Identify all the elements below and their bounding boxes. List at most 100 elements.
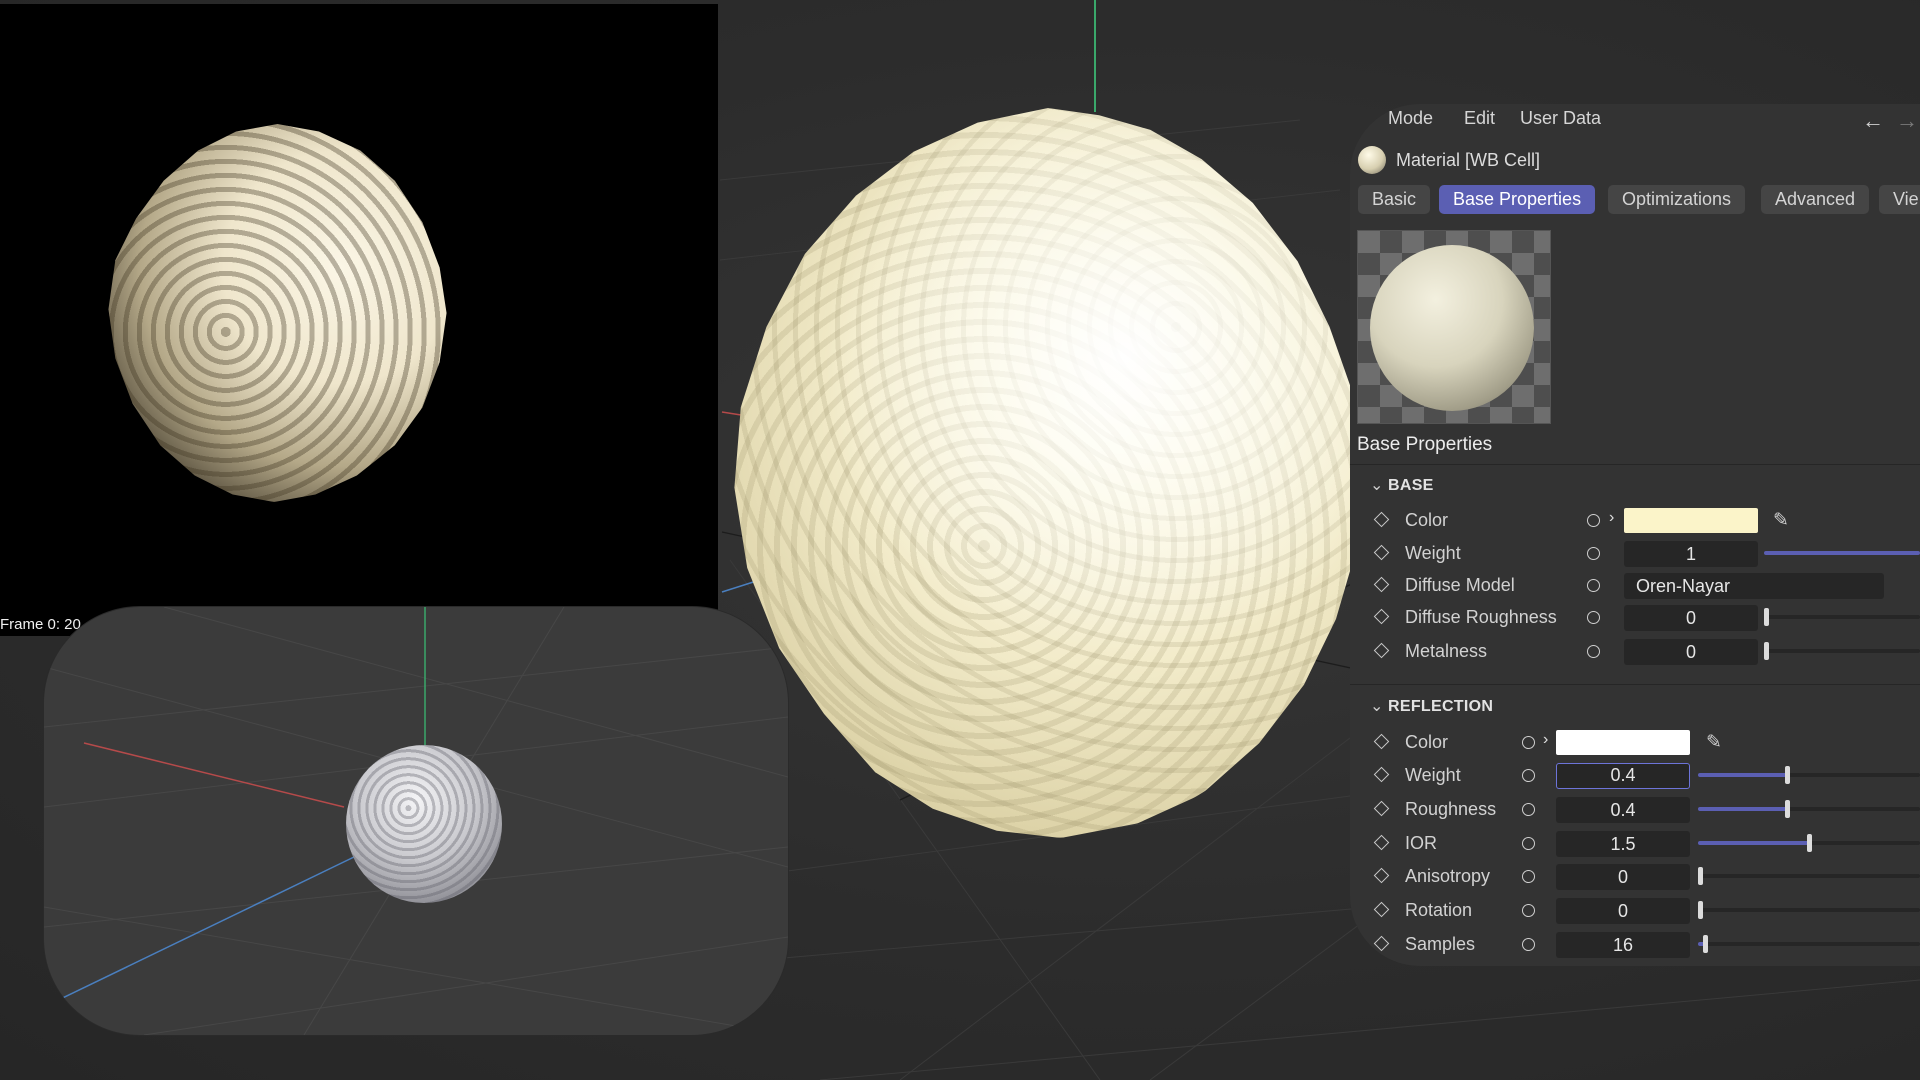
diffuse-model-row: Diffuse Model Oren-Nayar — [1350, 570, 1920, 600]
keyframe-diamond-icon[interactable] — [1373, 834, 1390, 851]
animation-circle-icon[interactable] — [1587, 611, 1600, 624]
reflection-weight-row: Weight 0.4 — [1350, 760, 1920, 790]
animation-circle-icon[interactable] — [1522, 938, 1535, 951]
diffuse-roughness-slider[interactable] — [1764, 608, 1920, 626]
rotation-slider[interactable] — [1698, 901, 1920, 919]
keyframe-diamond-icon[interactable] — [1373, 576, 1390, 593]
diffuse-roughness-label: Diffuse Roughness — [1405, 607, 1557, 627]
reflection-roughness-slider[interactable] — [1698, 800, 1920, 818]
animation-circle-icon[interactable] — [1587, 547, 1600, 560]
metalness-label: Metalness — [1405, 641, 1488, 661]
ior-slider[interactable] — [1698, 834, 1920, 852]
chevron-right-icon[interactable]: › — [1609, 509, 1614, 527]
material-preview-sphere — [1370, 245, 1534, 411]
inset-z-axis — [44, 856, 355, 1008]
section-title: Base Properties — [1357, 434, 1493, 455]
diffuse-model-label: Diffuse Model — [1405, 575, 1515, 595]
reflection-group-header[interactable]: ⌄ REFLECTION — [1370, 696, 1493, 716]
animation-circle-icon[interactable] — [1587, 579, 1600, 592]
anisotropy-field[interactable]: 0 — [1556, 864, 1690, 890]
keyframe-diamond-icon[interactable] — [1373, 733, 1390, 750]
chevron-down-icon: ⌄ — [1370, 698, 1384, 715]
samples-field[interactable]: 16 — [1556, 932, 1690, 958]
menu-mode[interactable]: Mode — [1388, 108, 1433, 129]
base-color-swatch[interactable] — [1624, 508, 1758, 533]
reflection-color-row: Color › ✎ — [1350, 727, 1920, 757]
animation-circle-icon[interactable] — [1522, 769, 1535, 782]
base-group-label: BASE — [1388, 477, 1434, 494]
animation-circle-icon[interactable] — [1587, 645, 1600, 658]
inset-viewport[interactable] — [44, 607, 788, 1035]
render-view: Frame 0: 20 — [0, 4, 718, 636]
keyframe-diamond-icon[interactable] — [1373, 544, 1390, 561]
reflection-weight-label: Weight — [1405, 765, 1461, 785]
diffuse-roughness-field[interactable]: 0 — [1624, 605, 1758, 631]
samples-slider[interactable] — [1698, 935, 1920, 953]
keyframe-diamond-icon[interactable] — [1373, 608, 1390, 625]
base-weight-field[interactable]: 1 — [1624, 541, 1758, 567]
animation-circle-icon[interactable] — [1522, 803, 1535, 816]
samples-row: Samples 16 — [1350, 929, 1920, 959]
keyframe-diamond-icon[interactable] — [1373, 642, 1390, 659]
tab-basic[interactable]: Basic — [1358, 185, 1431, 214]
base-weight-slider[interactable] — [1764, 551, 1920, 555]
base-color-label: Color — [1405, 510, 1449, 530]
ior-label: IOR — [1405, 833, 1438, 853]
attribute-manager-panel: Mode Edit User Data ← → Material [WB Cel… — [1350, 104, 1920, 966]
menu-edit[interactable]: Edit — [1464, 108, 1495, 129]
material-preview — [1357, 230, 1551, 424]
keyframe-diamond-icon[interactable] — [1373, 511, 1390, 528]
anisotropy-row: Anisotropy 0 — [1350, 861, 1920, 891]
metalness-field[interactable]: 0 — [1624, 639, 1758, 665]
metalness-row: Metalness 0 — [1350, 636, 1920, 666]
keyframe-diamond-icon[interactable] — [1373, 766, 1390, 783]
ior-row: IOR 1.5 — [1350, 828, 1920, 858]
reflection-weight-slider[interactable] — [1698, 766, 1920, 784]
tab-advanced[interactable]: Advanced — [1761, 185, 1870, 214]
eyedropper-icon[interactable]: ✎ — [1706, 731, 1722, 754]
anisotropy-slider[interactable] — [1698, 867, 1920, 885]
tab-base-properties[interactable]: Base Properties — [1439, 185, 1596, 214]
keyframe-diamond-icon[interactable] — [1373, 800, 1390, 817]
reflection-roughness-row: Roughness 0.4 — [1350, 794, 1920, 824]
animation-circle-icon[interactable] — [1522, 904, 1535, 917]
rotation-field[interactable]: 0 — [1556, 898, 1690, 924]
chevron-right-icon[interactable]: › — [1543, 731, 1548, 749]
base-color-row: Color › ✎ — [1350, 505, 1920, 535]
animation-circle-icon[interactable] — [1522, 870, 1535, 883]
rendered-sphere — [108, 124, 447, 502]
reflection-roughness-label: Roughness — [1405, 799, 1497, 819]
menu-user-data[interactable]: User Data — [1520, 108, 1601, 129]
inset-sphere-object[interactable] — [346, 745, 502, 903]
base-group-header[interactable]: ⌄ BASE — [1370, 475, 1434, 495]
tab-optimizations[interactable]: Optimizations — [1608, 185, 1746, 214]
animation-circle-icon[interactable] — [1587, 514, 1600, 527]
base-weight-row: Weight 1 — [1350, 538, 1920, 568]
eyedropper-icon[interactable]: ✎ — [1773, 509, 1789, 532]
keyframe-diamond-icon[interactable] — [1373, 867, 1390, 884]
samples-label: Samples — [1405, 934, 1476, 954]
diffuse-roughness-row: Diffuse Roughness 0 — [1350, 602, 1920, 632]
reflection-roughness-field[interactable]: 0.4 — [1556, 797, 1690, 823]
tab-viewport[interactable]: Vie — [1879, 185, 1920, 214]
rotation-label: Rotation — [1405, 900, 1473, 920]
animation-circle-icon[interactable] — [1522, 736, 1535, 749]
metalness-slider[interactable] — [1764, 642, 1920, 660]
base-weight-label: Weight — [1405, 543, 1461, 563]
rotation-row: Rotation 0 — [1350, 895, 1920, 925]
panel-menubar: Mode Edit User Data ← → — [1350, 104, 1920, 134]
keyframe-diamond-icon[interactable] — [1373, 935, 1390, 952]
divider — [1350, 684, 1920, 685]
material-title: Material [WB Cell] — [1396, 150, 1541, 170]
back-arrow-icon[interactable]: ← — [1862, 108, 1884, 134]
divider — [1350, 464, 1920, 465]
forward-arrow-icon[interactable]: → — [1896, 108, 1918, 134]
reflection-color-swatch[interactable] — [1556, 730, 1690, 755]
keyframe-diamond-icon[interactable] — [1373, 901, 1390, 918]
reflection-group-label: REFLECTION — [1388, 698, 1494, 715]
animation-circle-icon[interactable] — [1522, 837, 1535, 850]
chevron-down-icon: ⌄ — [1370, 477, 1384, 494]
ior-field[interactable]: 1.5 — [1556, 831, 1690, 857]
diffuse-model-dropdown[interactable]: Oren-Nayar — [1624, 573, 1884, 599]
reflection-weight-field[interactable]: 0.4 — [1556, 763, 1690, 789]
